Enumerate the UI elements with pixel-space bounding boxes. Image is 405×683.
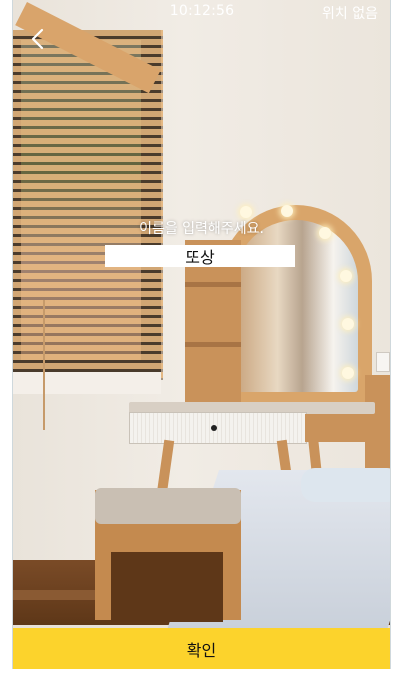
name-input[interactable]	[105, 245, 295, 267]
location-status: 위치 없음	[322, 6, 378, 22]
status-clock: 10:12:56	[169, 3, 235, 19]
confirm-button-label: 확인	[186, 642, 217, 660]
chevron-left-icon	[29, 27, 47, 55]
confirm-button[interactable]: 확인	[13, 628, 390, 669]
room-background-image	[13, 0, 390, 669]
status-bar: 10:12:56 위치 없음	[13, 0, 390, 22]
back-button[interactable]	[21, 24, 55, 58]
app-screen: 10:12:56 위치 없음 이름을 입력해주세요. 확인	[12, 0, 391, 669]
name-prompt-label: 이름을 입력해주세요.	[139, 221, 264, 237]
